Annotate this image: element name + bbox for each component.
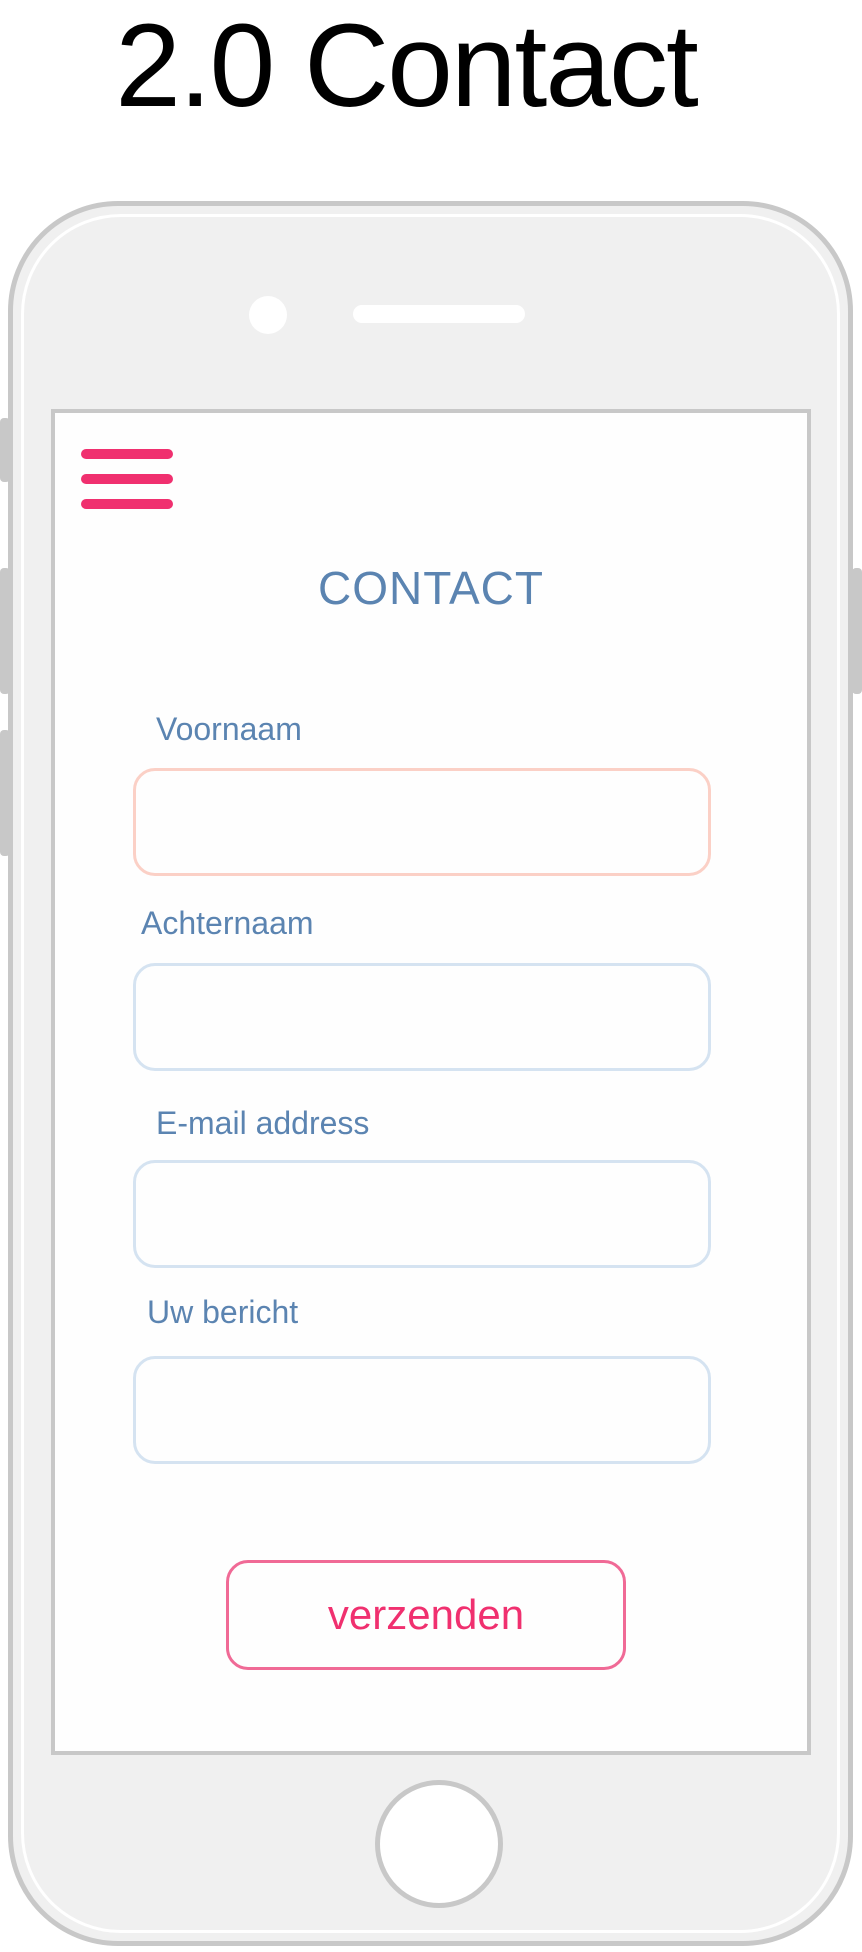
message-field[interactable] [133,1356,711,1464]
mute-switch[interactable] [0,418,10,482]
last-name-field[interactable] [133,963,711,1071]
menu-bar [81,499,173,509]
first-name-field[interactable] [133,768,711,876]
volume-down-button[interactable] [0,730,10,856]
email-field[interactable] [133,1160,711,1268]
message-label: Uw bericht [147,1294,299,1330]
home-button[interactable] [375,1780,503,1908]
earpiece-speaker-icon [353,305,525,323]
first-name-label: Voornaam [156,711,302,747]
phone-screen: CONTACT Voornaam Achternaam E-mail addre… [51,409,811,1755]
volume-up-button[interactable] [0,568,10,694]
email-label: E-mail address [156,1105,370,1141]
menu-bar [81,449,173,459]
hamburger-menu-icon[interactable] [81,449,173,521]
menu-bar [81,474,173,484]
submit-button[interactable]: verzenden [226,1560,626,1670]
contact-title: CONTACT [318,562,544,614]
page-heading: 2.0 Contact [115,0,698,132]
last-name-label: Achternaam [141,905,314,941]
power-button[interactable] [852,568,862,694]
front-camera-icon [249,296,287,334]
